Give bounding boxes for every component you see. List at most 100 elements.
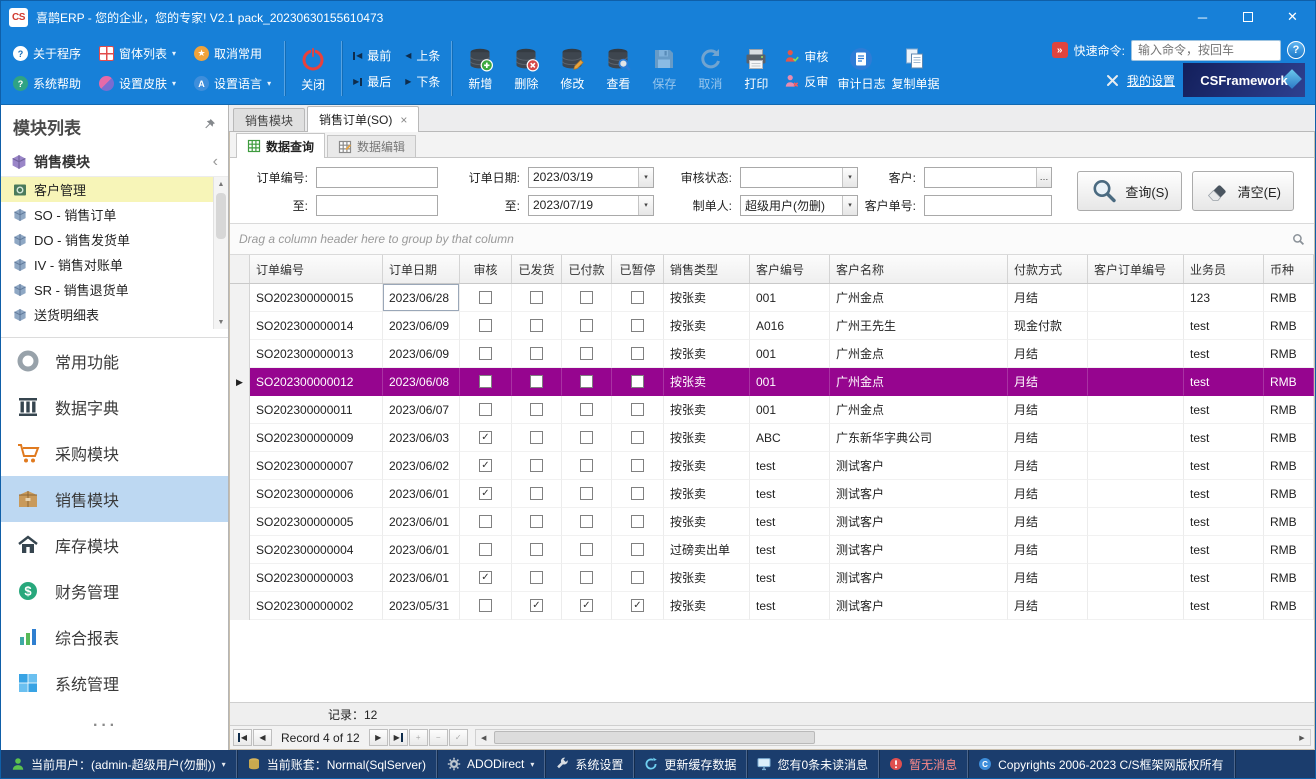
column-header[interactable]: 已付款	[562, 255, 612, 283]
sidebar-group-system-management[interactable]: 系统管理	[1, 660, 228, 706]
cell[interactable]: ✓	[460, 480, 512, 508]
cell[interactable]: 广州金点	[830, 284, 1008, 312]
column-header[interactable]: 客户编号	[750, 255, 830, 283]
column-header[interactable]: 客户名称	[830, 255, 1008, 283]
unaudit-button[interactable]: 反审	[785, 73, 828, 90]
sidebar-overflow[interactable]: ···	[1, 706, 228, 746]
refresh-cache-button[interactable]: 更新缓存数据	[634, 750, 747, 778]
checkbox[interactable]: ✓	[479, 459, 492, 472]
copy-document-button[interactable]: 复制单据	[888, 33, 942, 104]
cell[interactable]	[1088, 564, 1184, 592]
scroll-track[interactable]	[492, 730, 1294, 745]
cell[interactable]: 按张卖	[664, 508, 750, 536]
sidebar-group-reports[interactable]: 综合报表	[1, 614, 228, 660]
cell[interactable]: test	[1184, 396, 1264, 424]
cell[interactable]: ✓	[460, 564, 512, 592]
cell[interactable]: RMB	[1264, 508, 1314, 536]
cell[interactable]: test	[1184, 424, 1264, 452]
cell[interactable]: SO202300000003	[250, 564, 383, 592]
column-header[interactable]: 审核	[460, 255, 512, 283]
cell[interactable]	[460, 592, 512, 620]
cell[interactable]: test	[1184, 480, 1264, 508]
checkbox[interactable]	[631, 403, 644, 416]
quick-command-input[interactable]	[1131, 40, 1281, 61]
cell[interactable]	[1088, 368, 1184, 396]
audit-status-select[interactable]: ▾	[740, 167, 858, 188]
cell[interactable]: 2023/06/28	[383, 284, 460, 312]
cell[interactable]: SO202300000013	[250, 340, 383, 368]
cell[interactable]: ✓	[562, 592, 612, 620]
cell[interactable]: SO202300000005	[250, 508, 383, 536]
modify-button[interactable]: 修改	[549, 33, 595, 104]
cell[interactable]: 按张卖	[664, 340, 750, 368]
menu-cancel-favorite[interactable]: ★取消常用	[186, 42, 270, 65]
unread-messages-button[interactable]: 您有0条未读消息	[747, 750, 879, 778]
scroll-down-icon[interactable]: ▼	[214, 315, 228, 329]
scroll-up-icon[interactable]: ▲	[214, 177, 228, 191]
cell[interactable]	[1088, 340, 1184, 368]
checkbox[interactable]	[530, 487, 543, 500]
cell[interactable]	[512, 312, 562, 340]
checkbox[interactable]	[580, 319, 593, 332]
cell[interactable]: 001	[750, 340, 830, 368]
cell[interactable]: test	[750, 508, 830, 536]
cell[interactable]: test	[1184, 508, 1264, 536]
cell[interactable]: 测试客户	[830, 536, 1008, 564]
cell[interactable]: 广东新华字典公司	[830, 424, 1008, 452]
cell[interactable]: ✓	[460, 424, 512, 452]
checkbox[interactable]	[631, 319, 644, 332]
cell[interactable]: 2023/06/09	[383, 340, 460, 368]
cell[interactable]	[512, 452, 562, 480]
cell[interactable]: 测试客户	[830, 480, 1008, 508]
table-row[interactable]: SO2023000000142023/06/09按张卖A016广州王先生现金付款…	[230, 312, 1314, 340]
sidebar-item-sales-return[interactable]: SR - 销售退货单	[1, 277, 228, 302]
sidebar-group-data-dictionary[interactable]: 数据字典	[1, 384, 228, 430]
close-form-button[interactable]: 关闭	[290, 33, 336, 104]
table-row[interactable]: SO2023000000062023/06/01✓按张卖test测试客户月结te…	[230, 480, 1314, 508]
delete-button[interactable]: 删除	[503, 33, 549, 104]
checkbox[interactable]	[580, 403, 593, 416]
cell[interactable]	[612, 312, 664, 340]
cell[interactable]	[512, 424, 562, 452]
cell[interactable]	[612, 536, 664, 564]
no-message-alert[interactable]: 暂无消息	[879, 750, 968, 778]
cell[interactable]: SO202300000006	[250, 480, 383, 508]
checkbox[interactable]: ✓	[479, 487, 492, 500]
sidebar-item-customer-management[interactable]: 客户管理	[1, 177, 228, 202]
cell[interactable]: SO202300000015	[250, 284, 383, 312]
sidebar-group-inventory-module[interactable]: 库存模块	[1, 522, 228, 568]
minimize-button[interactable]: ─	[1180, 1, 1225, 33]
cell[interactable]	[562, 536, 612, 564]
checkbox[interactable]	[580, 487, 593, 500]
checkbox[interactable]	[631, 515, 644, 528]
cell[interactable]	[612, 508, 664, 536]
cell[interactable]: 测试客户	[830, 508, 1008, 536]
cell[interactable]	[1088, 452, 1184, 480]
menu-about[interactable]: ?关于程序	[5, 42, 89, 65]
cell[interactable]: 123	[1184, 284, 1264, 312]
cell[interactable]: RMB	[1264, 536, 1314, 564]
customer-order-input[interactable]	[924, 195, 1052, 216]
cell[interactable]: 001	[750, 396, 830, 424]
table-row[interactable]: SO2023000000052023/06/01按张卖test测试客户月结tes…	[230, 508, 1314, 536]
current-account-menu[interactable]: 当前账套：Normal(SqlServer)	[237, 750, 437, 778]
current-user-menu[interactable]: 当前用户：(admin-超级用户(勿删)) ▾	[1, 750, 237, 778]
cell[interactable]: test	[1184, 536, 1264, 564]
cell[interactable]: RMB	[1264, 564, 1314, 592]
cell[interactable]: 按张卖	[664, 452, 750, 480]
menu-set-skin[interactable]: 设置皮肤▾	[91, 72, 184, 95]
cell[interactable]	[1088, 508, 1184, 536]
scroll-right-icon[interactable]: ▶	[1294, 730, 1310, 745]
menu-system-help[interactable]: ?系统帮助	[5, 72, 89, 95]
table-row[interactable]: SO2023000000112023/06/07按张卖001广州金点月结test…	[230, 396, 1314, 424]
cell[interactable]	[612, 340, 664, 368]
column-header[interactable]: 销售类型	[664, 255, 750, 283]
cell[interactable]	[512, 368, 562, 396]
cell[interactable]: 月结	[1008, 340, 1088, 368]
close-icon[interactable]: ×	[400, 113, 407, 127]
checkbox[interactable]	[479, 347, 492, 360]
cell[interactable]	[460, 396, 512, 424]
checkbox[interactable]	[580, 571, 593, 584]
cell[interactable]: 广州金点	[830, 396, 1008, 424]
cell[interactable]: SO202300000014	[250, 312, 383, 340]
